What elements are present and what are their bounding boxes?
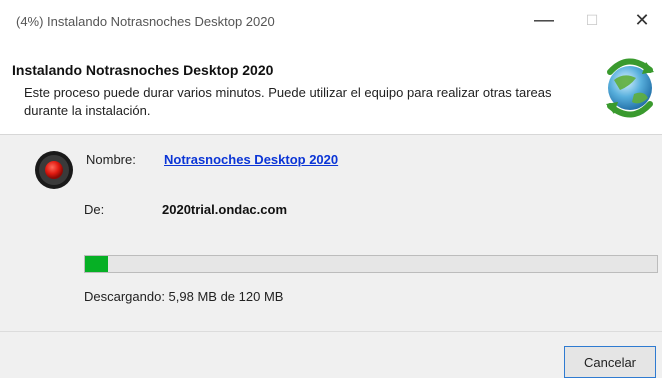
cancel-button[interactable]: Cancelar	[564, 346, 656, 378]
title-bar: (4%) Instalando Notrasnoches Desktop 202…	[0, 0, 662, 44]
publisher-host: 2020trial.ondac.com	[162, 202, 287, 217]
header-description: Este proceso puede durar varios minutos.…	[24, 85, 552, 118]
dialog-footer: Cancelar	[0, 332, 662, 378]
name-label: Nombre:	[86, 152, 136, 167]
application-name-link[interactable]: Notrasnoches Desktop 2020	[164, 152, 338, 167]
download-status: Descargando: 5,98 MB de 120 MB	[84, 289, 284, 304]
header-title: Instalando Notrasnoches Desktop 2020	[12, 62, 274, 78]
record-icon	[35, 151, 73, 189]
window-title: (4%) Instalando Notrasnoches Desktop 202…	[16, 14, 275, 29]
download-progress-bar	[84, 255, 658, 273]
dialog-header: Instalando Notrasnoches Desktop 2020 Est…	[0, 44, 662, 135]
download-details: Nombre: Notrasnoches Desktop 2020 De: 20…	[0, 135, 662, 331]
close-button[interactable]: ✕	[622, 4, 662, 36]
maximize-button: ☐	[585, 12, 599, 28]
minimize-button[interactable]: —	[524, 4, 564, 36]
progress-fill	[85, 256, 108, 272]
clickonce-install-icon	[606, 58, 654, 118]
from-label: De:	[84, 202, 105, 217]
